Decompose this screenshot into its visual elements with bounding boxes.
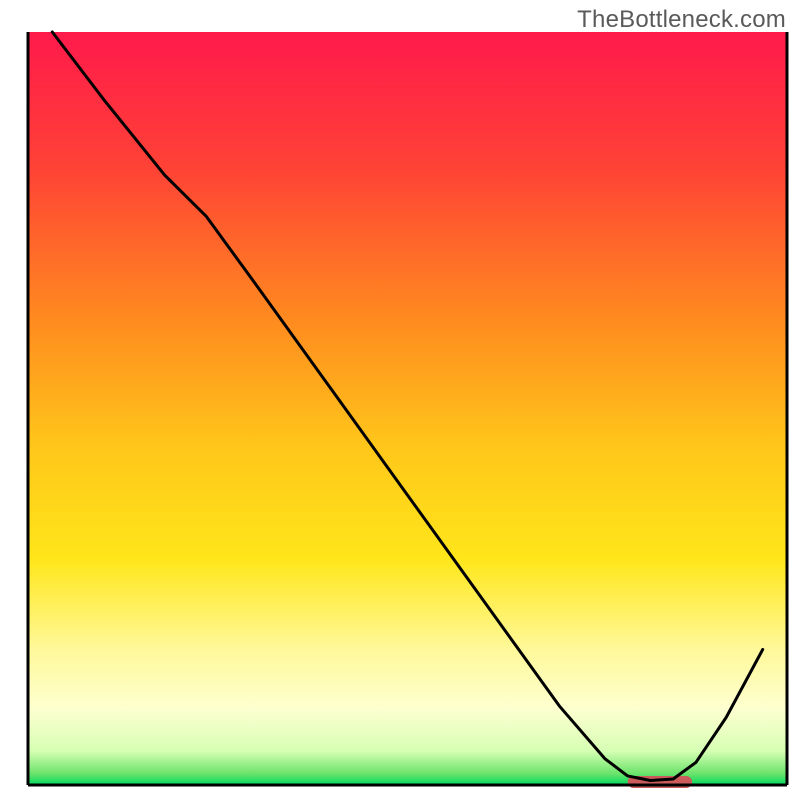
chart-canvas <box>0 0 800 800</box>
watermark-text: TheBottleneck.com <box>577 6 786 34</box>
bottleneck-chart: TheBottleneck.com <box>0 0 800 800</box>
